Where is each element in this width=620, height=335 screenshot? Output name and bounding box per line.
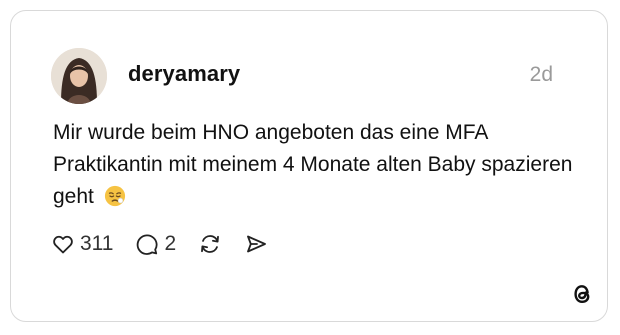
- post-body: Mir wurde beim HNO angeboten das eine MF…: [53, 117, 573, 213]
- reply-button[interactable]: 2: [135, 232, 176, 256]
- share-button[interactable]: [244, 232, 268, 256]
- post-text: Mir wurde beim HNO angeboten das eine MF…: [53, 121, 573, 208]
- heart-outline-icon: [53, 235, 73, 254]
- repost-button[interactable]: [198, 232, 222, 256]
- like-count: 311: [80, 232, 114, 255]
- avatar-photo: [51, 48, 107, 104]
- like-button[interactable]: 311: [51, 232, 113, 256]
- username[interactable]: deryamary: [128, 61, 240, 87]
- post-card[interactable]: deryamary 2d Mir wurde beim HNO angebote…: [10, 10, 608, 322]
- post-actions: 311 2: [51, 230, 290, 258]
- threads-logo[interactable]: [569, 281, 595, 307]
- speech-bubble-icon: [137, 234, 159, 255]
- reply-count: 2: [164, 232, 177, 255]
- weary-face-emoji: [104, 185, 125, 207]
- send-arrow-icon: [247, 235, 267, 253]
- post-timestamp: 2d: [529, 63, 553, 86]
- repost-arrows-icon: [201, 235, 220, 253]
- avatar[interactable]: [51, 48, 107, 104]
